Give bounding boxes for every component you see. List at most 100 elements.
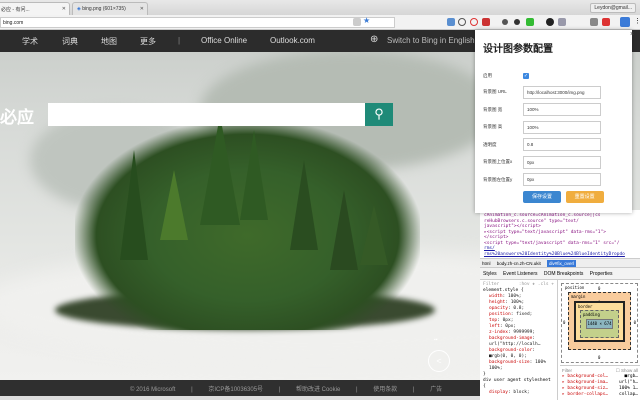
extension-icon[interactable] bbox=[558, 18, 566, 26]
box-border: border padding 1440 × 674 bbox=[574, 301, 625, 342]
extension-icon[interactable] bbox=[482, 18, 490, 26]
nav-divider: | bbox=[178, 36, 181, 45]
divider: | bbox=[356, 387, 358, 393]
nav-item[interactable]: 地图 bbox=[101, 36, 117, 47]
form-row: 背景图上位置x 0px bbox=[483, 154, 624, 171]
tree bbox=[200, 115, 240, 225]
property-name: ▸ border-collaps… bbox=[562, 392, 609, 397]
property-name: display bbox=[489, 390, 508, 395]
property-name: background-image bbox=[489, 336, 533, 341]
property-name: left bbox=[489, 324, 500, 329]
tab-bing[interactable]: 必应 - 有问... ✕ bbox=[0, 2, 70, 15]
box-value: 0 bbox=[598, 355, 601, 360]
elements-tree: cAnimation_c.source=cAnimation_c.source|… bbox=[480, 210, 640, 258]
icp-link[interactable]: 京ICP备10036305号 bbox=[208, 387, 263, 393]
field-input[interactable]: 0.8 bbox=[523, 138, 601, 151]
code-line[interactable]: <script type="text/javascript" data-rms=… bbox=[480, 241, 640, 247]
ads-link[interactable]: 广告 bbox=[430, 387, 442, 393]
field-input[interactable]: 100% bbox=[523, 103, 601, 116]
property-value: block; bbox=[513, 390, 530, 395]
box-padding-label: padding bbox=[583, 312, 600, 317]
extension-icon[interactable] bbox=[546, 18, 554, 26]
search-button[interactable]: ⚲ bbox=[365, 103, 393, 126]
field-input[interactable]: 100% bbox=[523, 120, 601, 134]
field-label: 背景图上位置x bbox=[483, 159, 513, 164]
styles-toolbar[interactable]: :hov ✚ .cls + bbox=[519, 282, 554, 288]
search-input[interactable] bbox=[48, 103, 365, 126]
field-input[interactable]: 0px bbox=[523, 173, 601, 186]
close-tab-icon[interactable]: ✕ bbox=[62, 6, 66, 12]
field-label: 背景图 高 bbox=[483, 124, 503, 129]
extension-icon[interactable] bbox=[590, 18, 598, 26]
style-declaration[interactable]: background-image: url("http://localh… bbox=[483, 336, 554, 348]
breadcrumb-item[interactable]: body.zh-cn.zh-CN.ukit bbox=[497, 261, 541, 266]
breadcrumb-item-selected[interactable]: div#fix_overl bbox=[546, 260, 576, 267]
property-value: url("http://localh… bbox=[489, 342, 541, 347]
field-input[interactable]: 0px bbox=[523, 155, 601, 169]
form-row: 透明度 0.8 bbox=[483, 136, 624, 153]
url-input[interactable]: bing.com bbox=[0, 17, 395, 28]
extension-icon[interactable] bbox=[458, 18, 466, 26]
globe-icon: ⊕ bbox=[370, 34, 379, 45]
nav-item[interactable]: Outlook.com bbox=[270, 36, 315, 45]
property-value: 0px; bbox=[502, 318, 514, 323]
tree bbox=[160, 170, 188, 240]
extension-icon[interactable] bbox=[502, 19, 508, 25]
cookie-link[interactable]: 帮助改进 Cookie bbox=[296, 387, 340, 393]
property-name: height bbox=[489, 300, 506, 305]
tab-styles[interactable]: Styles bbox=[483, 271, 497, 277]
hotspot-icon[interactable]: ▪▪ bbox=[434, 337, 438, 343]
close-tab-icon[interactable]: ✕ bbox=[140, 6, 144, 12]
style-declaration[interactable]: display: block; bbox=[483, 390, 554, 396]
form-row: 背景图 宽 100% bbox=[483, 101, 624, 118]
property-value: 9999999; bbox=[513, 330, 536, 335]
computed-list: ▸ background-col… ■rgb… ▸ background-ima… u… bbox=[562, 374, 638, 398]
computed-property[interactable]: ▸ border-collaps… collap… bbox=[562, 392, 638, 398]
close-icon[interactable]: × bbox=[630, 31, 634, 38]
extension-icon[interactable] bbox=[602, 18, 610, 26]
code-line[interactable]: rms%20answers%20Identity%20Blue%24BlueId… bbox=[480, 252, 640, 258]
property-value: ■rgb(0, 0, 0); bbox=[489, 354, 527, 359]
form-row: 背景图 URL http://localhost:3000/img.png bbox=[483, 84, 624, 101]
style-declaration[interactable]: background-color: ■rgb(0, 0, 0); bbox=[483, 348, 554, 360]
style-declaration[interactable]: background-size: 100% 100%; bbox=[483, 360, 554, 372]
breadcrumb-item[interactable]: html bbox=[482, 261, 491, 266]
tab-dom-breakpoints[interactable]: DOM Breakpoints bbox=[544, 271, 583, 277]
browser-tab-bar: 必应 - 有问... ✕ ◈ bing.png (601×735) ✕ Leydon… bbox=[0, 0, 640, 15]
share-icon[interactable]: < bbox=[428, 350, 450, 372]
tree bbox=[120, 150, 148, 260]
save-button[interactable]: 保存设置 bbox=[523, 191, 561, 203]
extension-icon[interactable] bbox=[526, 18, 534, 26]
property-name: background-size bbox=[489, 360, 530, 365]
devtools-panel: cAnimation_c.source=cAnimation_c.source|… bbox=[480, 210, 640, 400]
divider: | bbox=[278, 387, 281, 393]
extension-icon[interactable] bbox=[447, 18, 455, 26]
profile-button[interactable]: Leydon@gmail... bbox=[590, 3, 636, 13]
style-selector[interactable]: div user agent stylesheet { bbox=[483, 378, 554, 390]
nav-item[interactable]: 更多 bbox=[140, 36, 156, 47]
nav-item[interactable]: 学术 bbox=[22, 36, 38, 47]
design-config-extension-icon[interactable] bbox=[620, 17, 630, 27]
box-model: position margin border padding 1440 × 67… bbox=[561, 283, 638, 363]
property-value: 100%; bbox=[507, 294, 522, 299]
field-input[interactable]: http://localhost:3000/img.png bbox=[523, 85, 601, 99]
property-name: opacity bbox=[489, 306, 508, 311]
nav-item[interactable]: Office Online bbox=[201, 36, 247, 45]
extension-icon[interactable] bbox=[514, 19, 520, 25]
tree bbox=[360, 205, 388, 265]
field-label: 背景图 宽 bbox=[483, 106, 503, 112]
terms-link[interactable]: 使用条款 bbox=[373, 387, 397, 393]
menu-icon[interactable]: ⋮ bbox=[634, 17, 640, 25]
nav-item[interactable]: 词典 bbox=[62, 36, 78, 47]
field-label: 背景图左位置y bbox=[483, 176, 513, 182]
switch-language-link[interactable]: Switch to Bing in English bbox=[387, 36, 475, 45]
enable-checkbox[interactable]: ✓ bbox=[523, 73, 529, 79]
tab-bing-png[interactable]: ◈ bing.png (601×735) ✕ bbox=[72, 2, 148, 15]
star-icon[interactable]: ★ bbox=[363, 16, 371, 25]
extension-icon[interactable] bbox=[353, 18, 361, 26]
reset-button[interactable]: 重置设置 bbox=[565, 191, 604, 203]
extension-icon[interactable] bbox=[470, 18, 478, 26]
tab-properties[interactable]: Properties bbox=[590, 271, 613, 277]
tab-event-listeners[interactable]: Event Listeners bbox=[503, 271, 537, 277]
bing-logo: 必应 bbox=[0, 108, 34, 127]
